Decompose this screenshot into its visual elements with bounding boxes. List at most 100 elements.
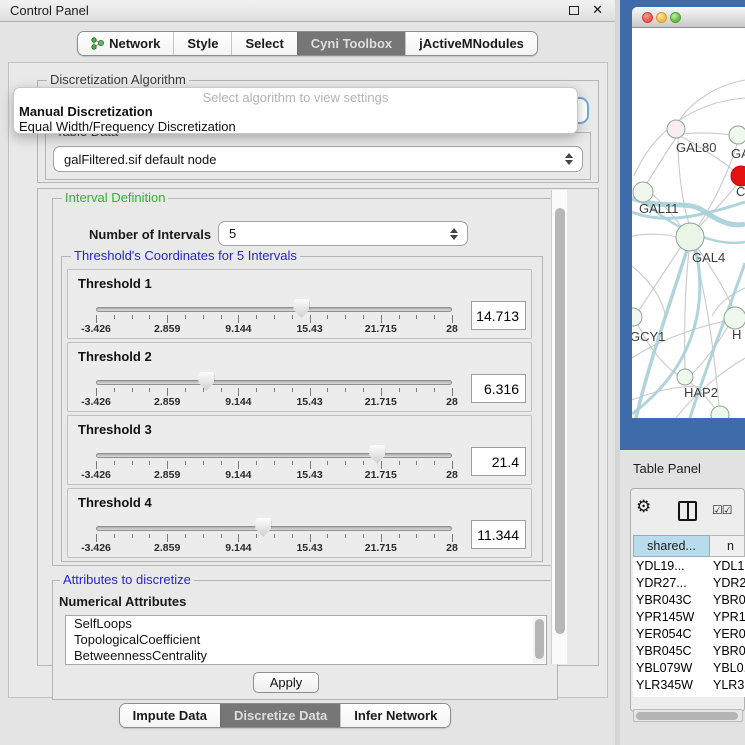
tab-impute-data[interactable]: Impute Data [120,704,220,727]
cyni-toolbox-panel: Discretization Algorithm Table Data galF… [8,62,608,698]
stepper-icon[interactable] [450,228,458,240]
tab-label: Discretize Data [234,708,327,723]
slider-tick-labels: -3.4262.8599.14415.4321.71528 [96,323,452,335]
tab-label: Select [245,36,283,51]
node-label-gal11: GAL11 [639,201,679,216]
node-label-gal80: GAL80 [676,140,716,155]
table-row[interactable]: YIL052CYIL0... [633,693,745,697]
mac-close-icon[interactable] [642,12,653,23]
table-data-combobox[interactable]: galFiltered.sif default node [53,146,583,172]
table-row[interactable]: YER054CYER0... [633,625,745,642]
table-row[interactable]: YPR145WYPR1... [633,608,745,625]
slider-ticks [96,315,452,323]
attribute-item-selfloops[interactable]: SelfLoops [66,616,546,632]
interval-definition-title: Interval Definition [62,191,168,205]
network-view-window: GAL80GACGAL11GAL4GCY1HHAP2 [620,0,745,450]
slider-track[interactable] [96,526,452,531]
table-horizontal-scrollbar[interactable] [633,709,743,722]
table-row[interactable]: YDL19...YDL1... [633,557,745,574]
cell-shared-name: YER054C [633,627,710,641]
algorithm-dropdown-popup: Select algorithm to view settings Manual… [13,87,578,134]
attribute-item-topologicalcoefficient[interactable]: TopologicalCoefficient [66,632,546,648]
node-table: shared... n YDL19...YDL1...YDR27...YDR2.… [633,535,745,697]
network-node[interactable] [729,126,745,144]
column-header-name[interactable]: n [710,535,745,557]
tab-network[interactable]: Network [78,32,173,55]
network-edge [632,234,676,237]
network-edge [684,133,730,135]
cell-name: YDR2... [710,576,745,590]
tab-select[interactable]: Select [231,32,296,55]
float-window-icon[interactable] [569,6,579,15]
node-label-hap2: HAP2 [684,385,718,400]
threshold-value-field[interactable]: 6.316 [471,374,526,403]
cell-shared-name: YIL052C [633,695,710,698]
network-node[interactable] [677,369,693,385]
table-panel: Table Panel ⚙ ☑☑ shared... n YDL19...YDL… [620,450,745,745]
table-row[interactable]: YBR045CYBR0... [633,642,745,659]
cell-shared-name: YLR345W [633,678,710,692]
algorithm-section-title: Discretization Algorithm [47,73,189,87]
table-row[interactable]: YLR345WYLR3... [633,676,745,693]
gear-icon[interactable]: ⚙ [636,498,651,515]
number-of-intervals-combobox[interactable]: 5 [218,221,468,246]
network-node[interactable] [676,223,704,251]
number-of-intervals-label: Number of Intervals [89,227,211,242]
stepper-icon[interactable] [565,153,573,165]
slider-track[interactable] [96,453,452,458]
mac-zoom-icon[interactable] [670,12,681,23]
tab-jactivemnodules[interactable]: jActiveMNodules [405,32,537,55]
tab-infer-network[interactable]: Infer Network [340,704,450,727]
dropdown-option-manual-discretization[interactable]: Manual Discretization [19,104,153,119]
network-node[interactable] [633,182,653,202]
threshold-label: Threshold 4 [78,495,152,510]
cell-name: YBR0... [710,593,745,607]
apply-button[interactable]: Apply [253,672,319,693]
slider-tick-labels: -3.4262.8599.14415.4321.71528 [96,396,452,408]
attribute-item-betweennesscentrality[interactable]: BetweennessCentrality [66,648,546,664]
table-row[interactable]: YDR27...YDR2... [633,574,745,591]
tab-cyni-toolbox[interactable]: Cyni Toolbox [297,32,405,55]
dropdown-option-equal-width-frequency[interactable]: Equal Width/Frequency Discretization [19,119,236,134]
threshold-panel-1: Threshold 1 -3.4262.8599.14415.4321.71528… [67,269,532,339]
network-node[interactable] [667,120,685,138]
threshold-value-field[interactable]: 14.713 [471,301,526,330]
close-icon[interactable]: ✕ [592,2,603,18]
list-scrollbar[interactable] [533,617,545,663]
cell-name: YLR3... [710,678,745,692]
threshold-label: Threshold 1 [78,276,152,291]
tab-style[interactable]: Style [173,32,231,55]
slider-track[interactable] [96,307,452,312]
threshold-label: Threshold 3 [78,422,152,437]
control-panel-tabs: NetworkStyle Select Cyni ToolboxjActiveMNo… [77,31,538,56]
tab-label: Impute Data [133,708,207,723]
number-of-intervals-value: 5 [229,226,236,241]
network-edge [634,98,745,176]
network-node[interactable] [724,307,745,329]
network-node[interactable] [711,406,729,418]
network-canvas[interactable]: GAL80GACGAL11GAL4GCY1HHAP2 [632,28,745,418]
node-label-gal4: GAL4 [692,250,725,265]
table-row[interactable]: YBL079WYBL0... [633,659,745,676]
network-node[interactable] [632,308,642,326]
table-row[interactable]: YBR043CYBR0... [633,591,745,608]
threshold-value-field[interactable]: 11.344 [471,520,526,549]
slider-track[interactable] [96,380,452,385]
numerical-attributes-list[interactable]: SelfLoopsTopologicalCoefficientBetweenne… [65,615,547,665]
thresholds-group: Threshold's Coordinates for 5 Intervals … [61,256,543,562]
dropdown-placeholder: Select algorithm to view settings [14,90,577,105]
panel-scrollbar[interactable] [551,190,567,664]
cell-shared-name: YDR27... [633,576,710,590]
right-region: GAL80GACGAL11GAL4GCY1HHAP2 Table Panel ⚙… [620,0,745,745]
threshold-value-field[interactable]: 21.4 [471,447,526,476]
network-edge [678,80,745,123]
control-panel-titlebar: Control Panel ✕ [0,0,615,22]
table-data-value: galFiltered.sif default node [64,152,216,167]
checkboxes-icon[interactable]: ☑☑ [712,503,732,517]
split-columns-icon[interactable] [678,501,697,521]
cell-shared-name: YBR043C [633,593,710,607]
network-node[interactable] [731,166,745,186]
mac-minimize-icon[interactable] [656,12,667,23]
tab-discretize-data[interactable]: Discretize Data [220,704,340,727]
column-header-shared-name[interactable]: shared... [633,535,710,557]
